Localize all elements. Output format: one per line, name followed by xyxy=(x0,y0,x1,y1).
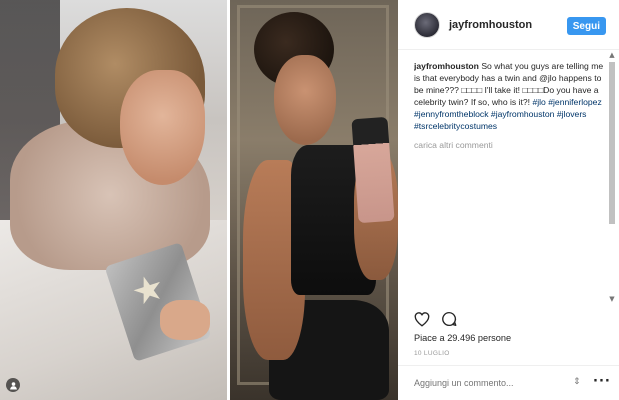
comment-list: jayfromhouston So what you guys are tell… xyxy=(414,60,604,300)
load-more-comments-link[interactable]: carica altri commenti xyxy=(414,139,604,151)
post-actions xyxy=(413,310,458,333)
post-header: jayfromhouston Segui xyxy=(398,0,619,50)
follow-button[interactable]: Segui xyxy=(566,17,606,35)
hashtag-link[interactable]: #jayfromhouston xyxy=(491,109,555,119)
photo-phone xyxy=(351,116,395,224)
caption-author[interactable]: jayfromhouston xyxy=(414,61,479,71)
photo-left: ★ xyxy=(0,0,229,400)
comments-scrollbar[interactable]: ▲ ▼ xyxy=(607,50,617,306)
photo-divider xyxy=(227,0,230,400)
scroll-up-icon[interactable]: ▲ xyxy=(607,50,617,60)
likes-count[interactable]: Piace a 29.496 persone xyxy=(414,333,511,343)
photo-face xyxy=(274,55,336,145)
scroll-down-icon[interactable]: ▼ xyxy=(607,294,617,304)
hashtag-link[interactable]: #jlovers xyxy=(557,109,587,119)
hashtag-link[interactable]: #tsrcelebritycostumes xyxy=(414,121,497,131)
up-down-arrows-icon[interactable]: ⇕ xyxy=(573,377,581,387)
hashtag-link[interactable]: #jenniferlopez xyxy=(548,97,602,107)
hashtag-link[interactable]: #jennyfromtheblock xyxy=(414,109,489,119)
scrollbar-thumb[interactable] xyxy=(609,62,615,224)
caption-comment: jayfromhouston So what you guys are tell… xyxy=(414,60,604,132)
post-sidebar: jayfromhouston Segui jayfromhouston So w… xyxy=(398,0,619,400)
comment-input[interactable] xyxy=(414,378,564,388)
hashtag-link[interactable]: #jlo xyxy=(532,97,545,107)
photo-hand xyxy=(160,300,210,340)
ellipsis-icon[interactable]: ··· xyxy=(593,374,611,389)
photo-face xyxy=(120,70,205,185)
heart-icon[interactable] xyxy=(413,310,431,333)
user-tag-icon[interactable] xyxy=(6,378,20,392)
post-media[interactable]: ★ xyxy=(0,0,398,400)
post-date: 10 LUGLIO xyxy=(414,350,450,357)
speech-bubble-icon[interactable] xyxy=(440,310,458,333)
avatar[interactable] xyxy=(414,11,440,38)
header-username[interactable]: jayfromhouston xyxy=(449,19,532,31)
comment-composer: ⇕ ··· xyxy=(398,365,619,400)
photo-right xyxy=(229,0,398,400)
